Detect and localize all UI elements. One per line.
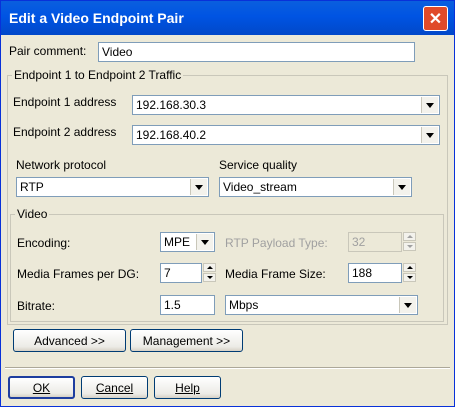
endpoint1-dropdown-button[interactable] xyxy=(421,97,438,113)
endpoint2-combo[interactable]: 192.168.40.2 xyxy=(132,125,440,145)
network-protocol-dropdown-button[interactable] xyxy=(190,179,207,195)
arrow-up-icon xyxy=(206,266,213,269)
advanced-button[interactable]: Advanced >> xyxy=(13,329,126,352)
endpoint1-label: Endpoint 1 address xyxy=(13,95,117,109)
dialog-window: Edit a Video Endpoint Pair ✕ Pair commen… xyxy=(0,0,455,407)
encoding-dropdown-button[interactable] xyxy=(196,234,213,250)
close-icon: ✕ xyxy=(428,10,443,28)
video-group-label: Video xyxy=(15,207,50,221)
chevron-down-icon xyxy=(195,184,203,190)
bitrate-unit-value: Mbps xyxy=(229,298,259,312)
rtp-payload-input[interactable]: 32 xyxy=(348,232,402,252)
chevron-down-icon xyxy=(201,239,209,245)
ok-button[interactable]: OK xyxy=(8,376,75,399)
encoding-label: Encoding: xyxy=(17,236,71,250)
frames-per-dg-label: Media Frames per DG: xyxy=(17,267,140,281)
arrow-down-icon xyxy=(206,276,213,279)
ok-label: OK xyxy=(32,380,51,395)
arrow-up-icon xyxy=(406,266,413,269)
divider xyxy=(5,367,450,369)
title-bar[interactable]: Edit a Video Endpoint Pair ✕ xyxy=(1,1,454,35)
chevron-down-icon xyxy=(398,184,406,190)
cancel-button[interactable]: Cancel xyxy=(81,376,148,399)
service-quality-value: Video_stream xyxy=(223,180,297,194)
help-button[interactable]: Help xyxy=(154,376,221,399)
bitrate-unit-dropdown-button[interactable] xyxy=(399,297,416,313)
spin-up-button[interactable] xyxy=(203,263,216,272)
cancel-label: Cancel xyxy=(95,380,134,395)
frames-per-dg-input[interactable]: 7 xyxy=(160,263,202,283)
chevron-down-icon xyxy=(404,302,412,308)
spin-down-button[interactable] xyxy=(403,242,416,251)
arrow-down-icon xyxy=(406,276,413,279)
service-quality-dropdown-button[interactable] xyxy=(393,179,410,195)
traffic-group-label: Endpoint 1 to Endpoint 2 Traffic xyxy=(12,68,184,82)
close-button[interactable]: ✕ xyxy=(423,6,448,31)
bitrate-unit-combo[interactable]: Mbps xyxy=(225,295,418,315)
pair-comment-label: Pair comment: xyxy=(9,44,87,58)
help-label: Help xyxy=(175,380,200,395)
network-protocol-combo[interactable]: RTP xyxy=(16,177,209,197)
rtp-payload-label: RTP Payload Type: xyxy=(225,236,328,250)
chevron-down-icon xyxy=(426,102,434,108)
bitrate-label: Bitrate: xyxy=(17,299,56,313)
frame-size-label: Media Frame Size: xyxy=(225,267,326,281)
spin-up-button[interactable] xyxy=(403,263,416,272)
spin-down-button[interactable] xyxy=(403,273,416,282)
arrow-down-icon xyxy=(406,245,413,248)
window-title: Edit a Video Endpoint Pair xyxy=(9,10,184,26)
encoding-combo[interactable]: MPE xyxy=(160,232,215,252)
endpoint2-label: Endpoint 2 address xyxy=(13,125,117,139)
bitrate-input[interactable]: 1.5 xyxy=(160,295,215,315)
network-protocol-value: RTP xyxy=(20,180,44,194)
service-quality-label: Service quality xyxy=(219,158,298,172)
frame-size-spinner[interactable] xyxy=(403,263,416,283)
management-button[interactable]: Management >> xyxy=(130,329,243,352)
spin-up-button[interactable] xyxy=(403,232,416,241)
endpoint2-value: 192.168.40.2 xyxy=(136,128,207,142)
arrow-up-icon xyxy=(406,235,413,238)
network-protocol-label: Network protocol xyxy=(16,158,107,172)
frames-per-dg-spinner[interactable] xyxy=(203,263,216,283)
pair-comment-input[interactable]: Video xyxy=(98,42,415,62)
endpoint2-dropdown-button[interactable] xyxy=(421,127,438,143)
endpoint1-combo[interactable]: 192.168.30.3 xyxy=(132,95,440,115)
spin-down-button[interactable] xyxy=(203,273,216,282)
frame-size-input[interactable]: 188 xyxy=(348,263,402,283)
rtp-payload-spinner[interactable] xyxy=(403,232,416,252)
service-quality-combo[interactable]: Video_stream xyxy=(219,177,412,197)
encoding-value: MPE xyxy=(164,235,191,249)
endpoint1-value: 192.168.30.3 xyxy=(136,98,207,112)
chevron-down-icon xyxy=(426,132,434,138)
